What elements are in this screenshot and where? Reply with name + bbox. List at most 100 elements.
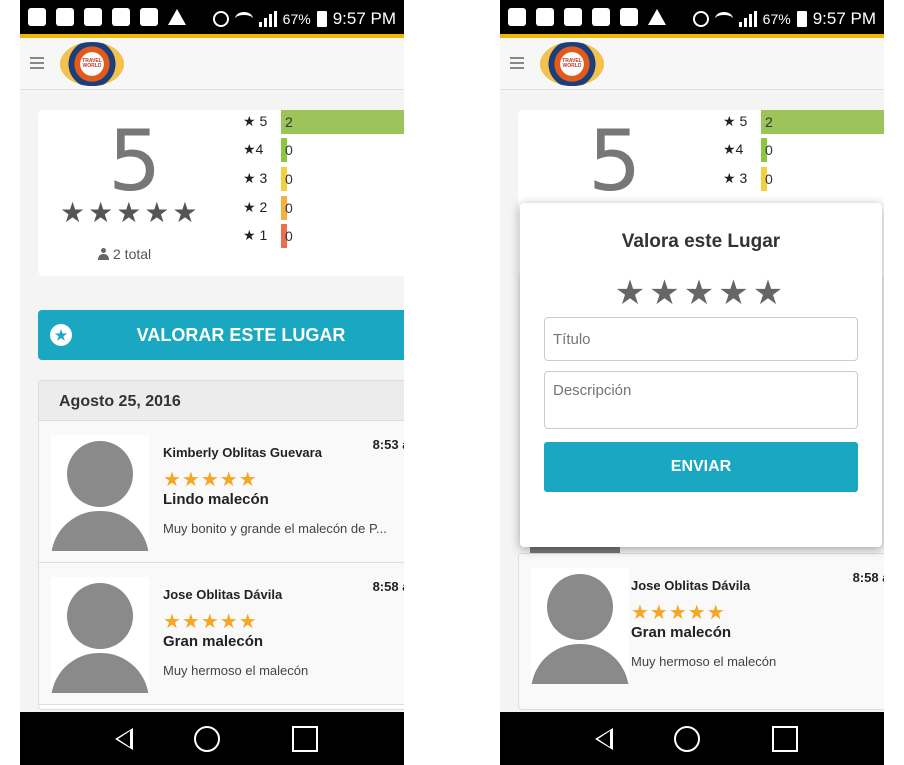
rating-bar-count: 0 xyxy=(285,142,293,158)
rating-bar-count: 0 xyxy=(285,200,293,216)
home-icon[interactable] xyxy=(674,726,700,752)
rate-place-label: VALORAR ESTE LUGAR xyxy=(136,324,346,345)
sync-icon xyxy=(140,8,158,26)
review-stars: ★★★★★ xyxy=(631,602,726,624)
warning-icon xyxy=(168,9,186,25)
review-title: Gran malecón xyxy=(631,624,732,641)
reviews-panel: Jose Oblitas Dávila 8:58 am ★★★★★ Gran m… xyxy=(518,553,884,710)
notification-icons xyxy=(28,8,186,26)
app-bar: TRAVEL WORLD xyxy=(20,38,404,90)
rating-bar-label: ★4 xyxy=(243,141,264,157)
average-score: 5 xyxy=(588,112,641,210)
signal-icon xyxy=(258,11,277,27)
rating-bar-label: ★ 2 xyxy=(243,199,268,215)
status-bar: 67% 9:57 PM xyxy=(20,0,404,38)
android-nav-bar xyxy=(500,712,884,765)
description-input[interactable] xyxy=(544,371,858,429)
rating-bar-1: ★ 1 0 xyxy=(243,224,404,248)
reviews-panel: Agosto 25, 2016 2 Kimberly Oblitas Gueva… xyxy=(38,380,404,710)
system-icons: 67% 9:57 PM xyxy=(212,9,396,29)
android-nav-bar xyxy=(20,712,404,765)
rating-bar-fill xyxy=(281,110,404,134)
alarm-icon xyxy=(212,11,229,27)
rating-bar-fill xyxy=(761,110,884,134)
submit-button[interactable]: ENVIAR xyxy=(544,442,858,492)
rating-bar-4: ★4 0 xyxy=(243,138,404,162)
rating-bar-label: ★4 xyxy=(723,141,744,157)
avatar xyxy=(531,568,629,684)
battery-icon xyxy=(316,11,327,27)
logo-text: TRAVEL WORLD xyxy=(562,58,582,69)
app-icon xyxy=(112,8,130,26)
image-icon xyxy=(536,8,554,26)
warning-icon xyxy=(648,9,666,25)
rating-bar-4: ★4 0 xyxy=(723,138,884,162)
image-icon xyxy=(56,8,74,26)
user-icon xyxy=(98,248,109,260)
star-icon: ★ xyxy=(50,324,72,346)
app-icon xyxy=(592,8,610,26)
rating-summary-card: 5 ★★★★★ 2 total ★ 5 2 ★4 0 ★ 3 0 ★ 2 0 ★… xyxy=(38,110,404,276)
total-label: 2 total xyxy=(113,246,152,262)
rating-bar-count: 2 xyxy=(285,114,293,130)
menu-icon[interactable] xyxy=(510,57,524,69)
review-text: Muy bonito y grande el malecón de P... xyxy=(163,521,387,536)
review-time: 8:58 am xyxy=(372,579,404,594)
rate-place-dialog: Valora este Lugar ★★★★★ ENVIAR xyxy=(520,203,882,547)
rating-bar-label: ★ 3 xyxy=(723,170,748,186)
wifi-icon xyxy=(714,12,733,26)
usb-icon xyxy=(84,8,102,26)
review-text: Muy hermoso el malecón xyxy=(631,654,777,669)
recent-apps-icon[interactable] xyxy=(772,726,798,752)
review-item[interactable]: Jose Oblitas Dávila 8:58 am ★★★★★ Gran m… xyxy=(39,563,404,705)
avatar xyxy=(51,577,149,693)
home-icon[interactable] xyxy=(194,726,220,752)
reviews-date: Agosto 25, 2016 xyxy=(59,393,181,410)
review-author: Kimberly Oblitas Guevara xyxy=(163,445,322,460)
app-logo[interactable]: TRAVEL WORLD xyxy=(540,42,604,86)
title-input[interactable] xyxy=(544,317,858,361)
rating-bar-label: ★ 3 xyxy=(243,170,268,186)
clock: 9:57 PM xyxy=(812,9,876,28)
review-text: Muy hermoso el malecón xyxy=(163,663,309,678)
battery-percent: 67% xyxy=(282,11,311,27)
recent-apps-icon[interactable] xyxy=(292,726,318,752)
message-icon xyxy=(508,8,526,26)
battery-percent: 67% xyxy=(762,11,791,27)
rating-bar-count: 2 xyxy=(765,114,773,130)
review-item[interactable]: Jose Oblitas Dávila 8:58 am ★★★★★ Gran m… xyxy=(519,554,884,709)
review-stars: ★★★★★ xyxy=(163,469,258,491)
rating-bar-5: ★ 5 2 xyxy=(723,110,884,134)
review-author: Jose Oblitas Dávila xyxy=(631,578,751,593)
rate-place-button[interactable]: ★ VALORAR ESTE LUGAR xyxy=(38,310,404,360)
review-stars: ★★★★★ xyxy=(163,611,258,633)
app-bar: TRAVEL WORLD xyxy=(500,38,884,90)
rating-bar-5: ★ 5 2 xyxy=(243,110,404,134)
battery-icon xyxy=(796,11,807,27)
rating-bar-3: ★ 3 0 xyxy=(243,167,404,191)
back-icon[interactable] xyxy=(595,728,613,750)
review-item[interactable]: Kimberly Oblitas Guevara 8:53 am ★★★★★ L… xyxy=(39,421,404,563)
rating-bar-count: 0 xyxy=(765,171,773,187)
status-bar: 67% 9:57 PM xyxy=(500,0,884,38)
rating-bar-3: ★ 3 0 xyxy=(723,167,884,191)
reviews-header: Agosto 25, 2016 2 xyxy=(39,381,404,421)
signal-icon xyxy=(738,11,757,27)
phone-screen-rate-dialog: 67% 9:57 PM TRAVEL WORLD 5 ★ 5 2 ★4 0 ★ … xyxy=(500,0,884,765)
message-icon xyxy=(28,8,46,26)
app-logo[interactable]: TRAVEL WORLD xyxy=(60,42,124,86)
star-rating-input[interactable]: ★★★★★ xyxy=(520,273,882,313)
rating-bar-label: ★ 5 xyxy=(243,113,268,129)
rating-bar-count: 0 xyxy=(285,171,293,187)
review-author: Jose Oblitas Dávila xyxy=(163,587,283,602)
logo-text: TRAVEL WORLD xyxy=(82,58,102,69)
menu-icon[interactable] xyxy=(30,57,44,69)
system-icons: 67% 9:57 PM xyxy=(692,9,876,29)
review-title: Lindo malecón xyxy=(163,491,269,508)
rating-bar-2: ★ 2 0 xyxy=(243,196,404,220)
total-ratings: 2 total xyxy=(98,246,151,262)
usb-icon xyxy=(564,8,582,26)
rating-bar-label: ★ 1 xyxy=(243,227,268,243)
back-icon[interactable] xyxy=(115,728,133,750)
notification-icons xyxy=(508,8,666,26)
